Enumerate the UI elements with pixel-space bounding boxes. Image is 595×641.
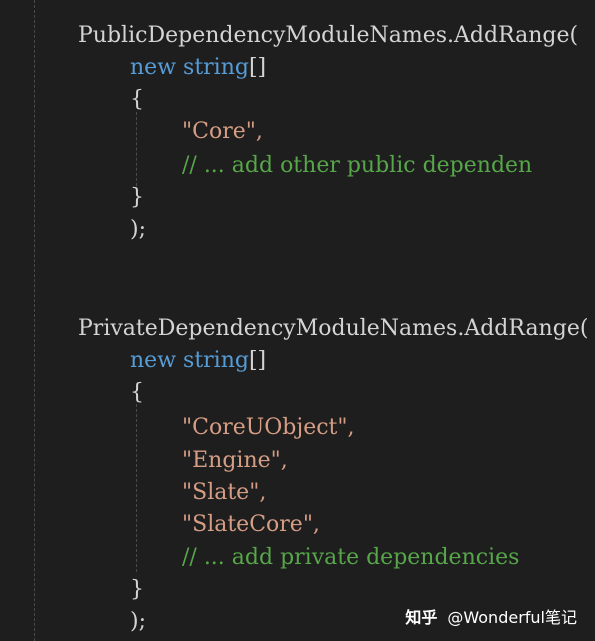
string-literal: "CoreUObject", bbox=[182, 415, 355, 440]
code-line: // ... add other public dependen bbox=[182, 150, 532, 182]
array-brackets: [] bbox=[248, 55, 267, 80]
type-keyword: string bbox=[183, 348, 249, 373]
private-call: PrivateDependencyModuleNames.AddRange( bbox=[78, 316, 589, 341]
open-brace: { bbox=[130, 380, 144, 405]
indent-guide bbox=[136, 112, 137, 186]
new-keyword: new bbox=[130, 348, 177, 373]
code-line: ); bbox=[130, 214, 146, 246]
code-comment: // ... add private dependencies bbox=[182, 545, 520, 570]
array-brackets: [] bbox=[248, 348, 267, 373]
code-line: new string[] bbox=[130, 345, 266, 377]
code-line: ); bbox=[130, 606, 146, 638]
zhihu-logo: 知乎 bbox=[405, 608, 438, 627]
code-line: PrivateDependencyModuleNames.AddRange( bbox=[78, 313, 588, 345]
type-keyword: string bbox=[183, 55, 249, 80]
code-editor[interactable]: PublicDependencyModuleNames.AddRange( ne… bbox=[0, 0, 595, 641]
code-line: "SlateCore", bbox=[182, 509, 320, 541]
string-literal: "Engine", bbox=[182, 448, 288, 473]
watermark: 知乎 @Wonderful笔记 bbox=[405, 607, 577, 629]
code-line: new string[] bbox=[130, 52, 266, 84]
code-line: "CoreUObject", bbox=[182, 412, 355, 444]
code-line: } bbox=[130, 574, 144, 606]
code-line: "Core", bbox=[182, 116, 263, 148]
watermark-handle: @Wonderful笔记 bbox=[447, 608, 577, 627]
open-brace: { bbox=[130, 87, 144, 112]
close-paren: ); bbox=[130, 609, 146, 634]
string-literal: "Slate", bbox=[182, 480, 267, 505]
code-line: } bbox=[130, 182, 144, 214]
code-line: // ... add private dependencies bbox=[182, 542, 519, 574]
code-line: PublicDependencyModuleNames.AddRange( bbox=[78, 20, 578, 52]
code-line: { bbox=[130, 377, 144, 409]
indent-guide bbox=[34, 0, 35, 641]
string-literal: "SlateCore", bbox=[182, 512, 320, 537]
close-paren: ); bbox=[130, 217, 146, 242]
indent-guide bbox=[136, 404, 137, 572]
string-literal: "Core", bbox=[182, 119, 263, 144]
code-comment: // ... add other public dependen bbox=[182, 153, 533, 178]
close-brace: } bbox=[130, 185, 144, 210]
public-call: PublicDependencyModuleNames.AddRange( bbox=[78, 23, 579, 48]
new-keyword: new bbox=[130, 55, 177, 80]
code-line: "Engine", bbox=[182, 445, 288, 477]
code-line: { bbox=[130, 84, 144, 116]
close-brace: } bbox=[130, 577, 144, 602]
code-line: "Slate", bbox=[182, 477, 266, 509]
